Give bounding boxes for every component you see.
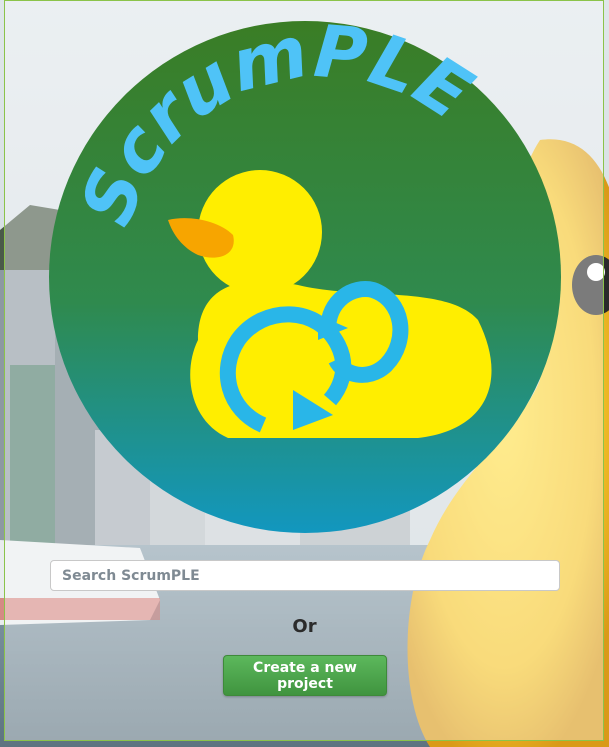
page: ScrumPLE Or Create a new project [0, 0, 609, 747]
create-project-button[interactable]: Create a new project [223, 655, 387, 696]
scrumple-logo: ScrumPLE [49, 20, 561, 533]
search-input[interactable] [50, 560, 560, 591]
or-divider-text: Or [292, 616, 317, 637]
